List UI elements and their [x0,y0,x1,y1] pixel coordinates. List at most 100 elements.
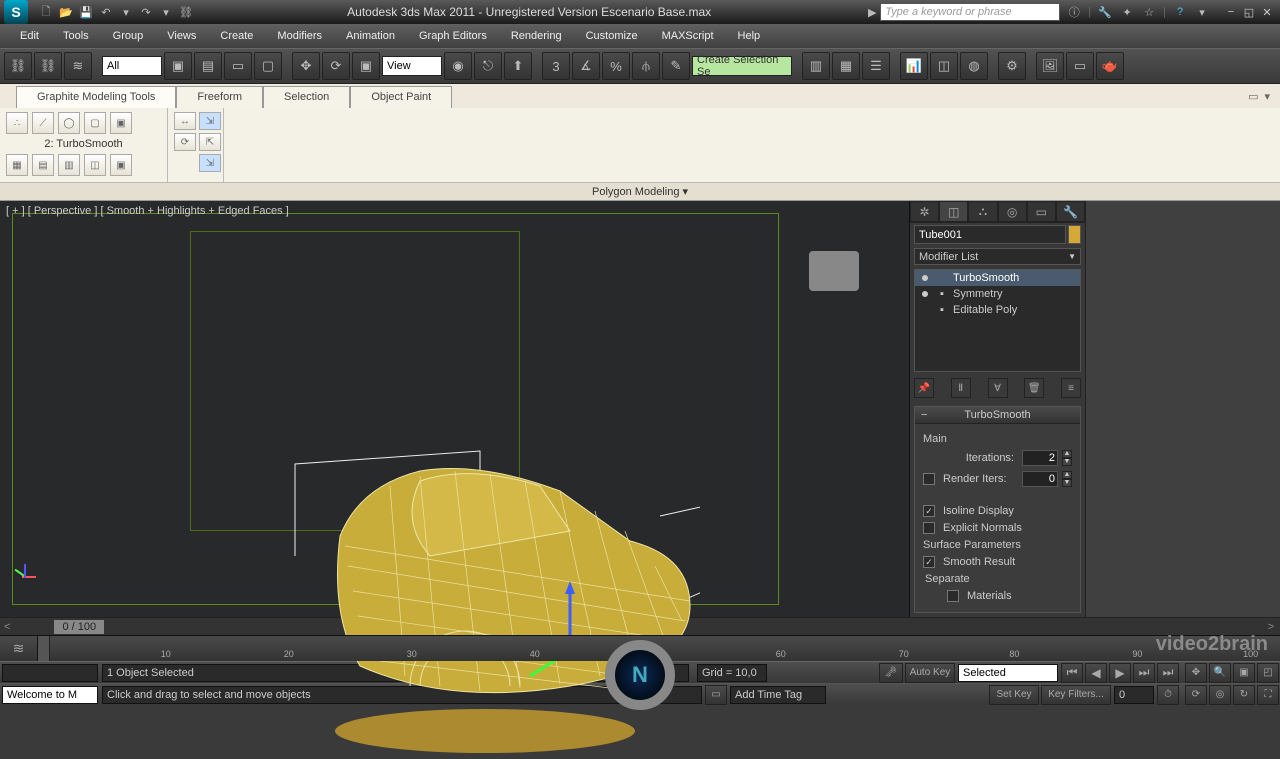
menu-tools[interactable]: Tools [51,24,101,48]
render-iters-checkbox[interactable] [923,473,935,485]
selection-filter-dropdown[interactable]: All [102,56,162,76]
app-icon[interactable]: S [4,0,28,24]
unlink-btn-icon[interactable]: ⛓ [34,52,62,80]
eye-icon[interactable] [919,288,931,300]
time-config-icon[interactable]: ⏱ [1157,685,1179,705]
kbd-icon[interactable]: ⬆ [504,52,532,80]
rb-scale3-icon[interactable]: ⇲ [199,154,221,172]
time-ruler[interactable]: 10 20 30 40 50 60 70 80 90 100 [50,636,1280,661]
nav-orbit-icon[interactable]: ⟳ [1185,685,1207,705]
rb-tl3-icon[interactable]: ▥ [58,154,80,176]
menu-maxscript[interactable]: MAXScript [650,24,726,48]
object-name-input[interactable] [914,225,1066,244]
viewport-label[interactable]: [ + ] [ Perspective ] [ Smooth + Highlig… [6,205,289,217]
subobj-elem-icon[interactable]: ▣ [110,112,132,134]
star2-icon[interactable]: ☆ [1141,4,1157,20]
ribbon-toggle-icon[interactable]: ▭ [1248,90,1258,103]
snap3-icon[interactable]: 3 [542,52,570,80]
iterations-spinner[interactable]: ▲▼ [1062,450,1072,466]
rb-scale-icon[interactable]: ⇲ [199,112,221,130]
scale-icon[interactable]: ▣ [352,52,380,80]
help-dd-icon[interactable]: ▾ [1194,4,1210,20]
search-go-icon[interactable]: ▶ [864,4,880,20]
ribbon-tab-graphite[interactable]: Graphite Modeling Tools [16,86,176,108]
nav-zoom-icon[interactable]: 🔍 [1209,663,1231,683]
curve-ed-icon[interactable]: 📊 [900,52,928,80]
select-name-icon[interactable]: ▭ [224,52,252,80]
undo-icon[interactable]: ↶ [98,4,114,20]
marquee-icon[interactable]: ▢ [254,52,282,80]
object-color-swatch[interactable] [1068,225,1081,244]
timetag-icon[interactable]: ▭ [705,685,727,705]
configure-icon[interactable]: ≡ [1061,378,1081,398]
frame-input[interactable]: 0 [1114,686,1154,704]
render-iters-spinner[interactable]: ▲▼ [1062,471,1072,487]
menu-rendering[interactable]: Rendering [499,24,574,48]
key-icon[interactable]: 🔧 [1097,4,1113,20]
modifier-stack[interactable]: TurboSmooth ▪ Symmetry ▪ Editable Poly [914,269,1081,372]
subobj-border-icon[interactable]: ◯ [58,112,80,134]
redo-icon[interactable]: ↷ [138,4,154,20]
prev-frame-icon[interactable]: ◀ [1085,663,1107,683]
modifier-list-dropdown[interactable]: Modifier List [914,248,1081,265]
edit-named-sel-icon[interactable]: ✎ [662,52,690,80]
mini-curve-icon[interactable]: ≋ [0,636,38,661]
manip-icon[interactable]: ⎋ [474,52,502,80]
pivot-icon[interactable]: ◉ [444,52,472,80]
menu-edit[interactable]: Edit [8,24,51,48]
move-icon[interactable]: ✥ [292,52,320,80]
time-slider-handle[interactable]: 0 / 100 [54,620,104,634]
rotate-icon[interactable]: ⟳ [322,52,350,80]
refcoord-dropdown[interactable]: View [382,56,442,76]
stack-item-editpoly[interactable]: ▪ Editable Poly [915,302,1080,318]
smooth-result-checkbox[interactable]: ✓ [923,556,935,568]
link-icon[interactable]: ⛓ [178,4,194,20]
spinner-snap-icon[interactable]: ⫛ [632,52,660,80]
keyfilter-dropdown[interactable]: Selected [958,664,1058,682]
cp-tab-hierarchy-icon[interactable]: ⛬ [968,201,997,222]
help-icon[interactable]: ? [1172,4,1188,20]
slider-left-icon[interactable]: < [0,621,14,633]
mirror-icon[interactable]: ▥ [802,52,830,80]
stack-item-symmetry[interactable]: ▪ Symmetry [915,286,1080,302]
ribbon-tab-selection[interactable]: Selection [263,86,350,108]
star1-icon[interactable]: ✦ [1119,4,1135,20]
expand-icon[interactable]: ▪ [937,288,947,300]
cp-tab-motion-icon[interactable]: ◎ [998,201,1027,222]
cp-tab-utilities-icon[interactable]: 🔧 [1056,201,1085,222]
menu-modifiers[interactable]: Modifiers [265,24,334,48]
goto-end-icon[interactable]: ⏭ [1157,663,1179,683]
pin-stack-icon[interactable]: 📌 [914,378,934,398]
script-prompt[interactable]: Welcome to M [2,686,98,704]
mat-ed-icon[interactable]: ◍ [960,52,988,80]
nav-max-icon[interactable]: ⛶ [1257,685,1279,705]
minimize-icon[interactable]: − [1222,4,1240,20]
rb-rot-icon[interactable]: ⟳ [174,133,196,151]
menu-animation[interactable]: Animation [334,24,407,48]
iterations-input[interactable]: 2 [1022,450,1058,466]
redo-dd-icon[interactable]: ▾ [158,4,174,20]
cp-tab-create-icon[interactable]: ✲ [910,201,939,222]
ribbon-dd-icon[interactable]: ▾ [1264,90,1270,103]
viewcube-icon[interactable] [809,251,859,291]
info-icon[interactable]: ⓘ [1066,4,1082,20]
ribbon-tab-freeform[interactable]: Freeform [176,86,263,108]
rb-tl4-icon[interactable]: ◫ [84,154,106,176]
ribbon-tab-objectpaint[interactable]: Object Paint [350,86,452,108]
select-icon[interactable]: ▤ [194,52,222,80]
subobj-edge-icon[interactable]: ⟋ [32,112,54,134]
cp-tab-modify-icon[interactable]: ◫ [939,201,968,222]
bind-btn-icon[interactable]: ≋ [64,52,92,80]
angle-snap-icon[interactable]: ∡ [572,52,600,80]
cp-tab-display-icon[interactable]: ▭ [1027,201,1056,222]
new-icon[interactable]: 🗋 [38,4,54,20]
cross-select-icon[interactable]: ▣ [164,52,192,80]
undo-dd-icon[interactable]: ▾ [118,4,134,20]
rollout-title[interactable]: TurboSmooth [964,409,1030,421]
render-iter-icon[interactable]: 🫖 [1096,52,1124,80]
nav-roll-icon[interactable]: ↻ [1233,685,1255,705]
render-setup-icon[interactable]: ⚙ [998,52,1026,80]
next-frame-icon[interactable]: ⏭ [1133,663,1155,683]
goto-start-icon[interactable]: ⏮ [1061,663,1083,683]
make-unique-icon[interactable]: ∀ [988,378,1008,398]
